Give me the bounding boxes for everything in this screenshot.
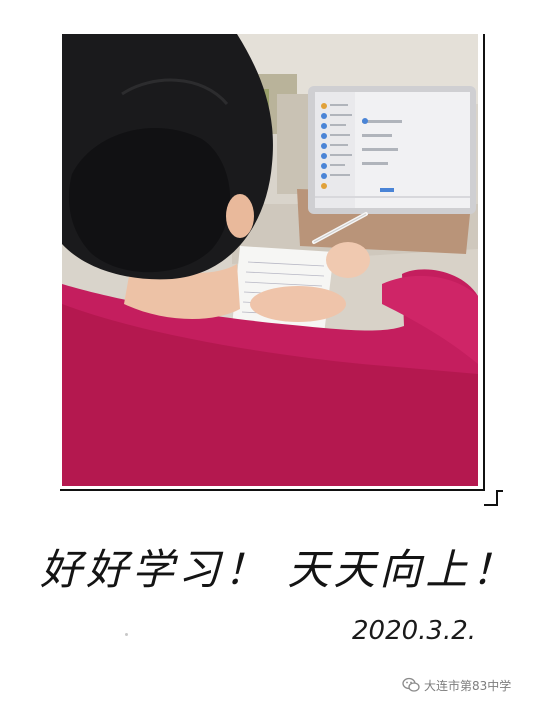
slogan-text: 好好学习！ 天天向上！ bbox=[40, 545, 518, 594]
photo-student-studying bbox=[62, 34, 478, 486]
date-text: 2020.3.2. bbox=[352, 616, 477, 646]
frame-bottom-line bbox=[60, 489, 485, 491]
watermark-text: 大连市第83中学 bbox=[424, 678, 512, 693]
watermark: 大连市第83中学 bbox=[402, 676, 511, 694]
frame-corner-tick bbox=[497, 490, 503, 492]
frame-right-line bbox=[483, 34, 485, 490]
decorative-dot bbox=[125, 633, 128, 636]
wechat-icon bbox=[402, 677, 420, 693]
frame-corner-mark bbox=[484, 490, 498, 506]
